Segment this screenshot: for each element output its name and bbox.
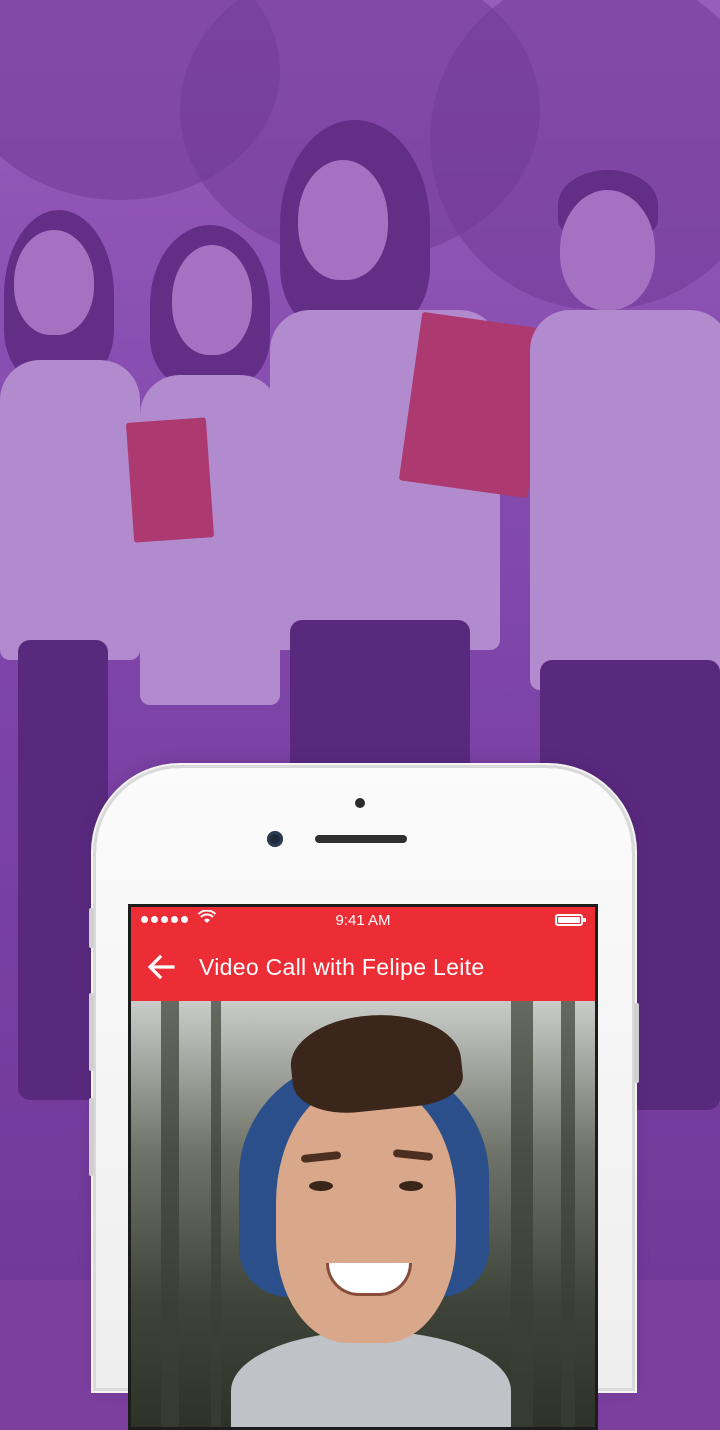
page-title: Video Call with Felipe Leite xyxy=(199,954,485,980)
phone-mockup: 9:41 AM Video Call with Felipe Leite xyxy=(89,768,639,1430)
caller-face xyxy=(276,1083,456,1343)
battery-icon xyxy=(555,914,586,926)
earpiece-speaker xyxy=(315,835,407,843)
status-time: 9:41 AM xyxy=(335,912,391,929)
video-feed[interactable] xyxy=(131,1001,595,1427)
front-camera-icon xyxy=(267,831,283,847)
app-bar: Video Call with Felipe Leite xyxy=(131,933,595,1001)
proximity-sensor xyxy=(355,798,365,808)
arrow-back-icon[interactable] xyxy=(141,947,181,987)
phone-screen: 9:41 AM Video Call with Felipe Leite xyxy=(128,904,598,1430)
status-bar: 9:41 AM xyxy=(131,907,595,933)
caller-collar xyxy=(231,1331,511,1427)
